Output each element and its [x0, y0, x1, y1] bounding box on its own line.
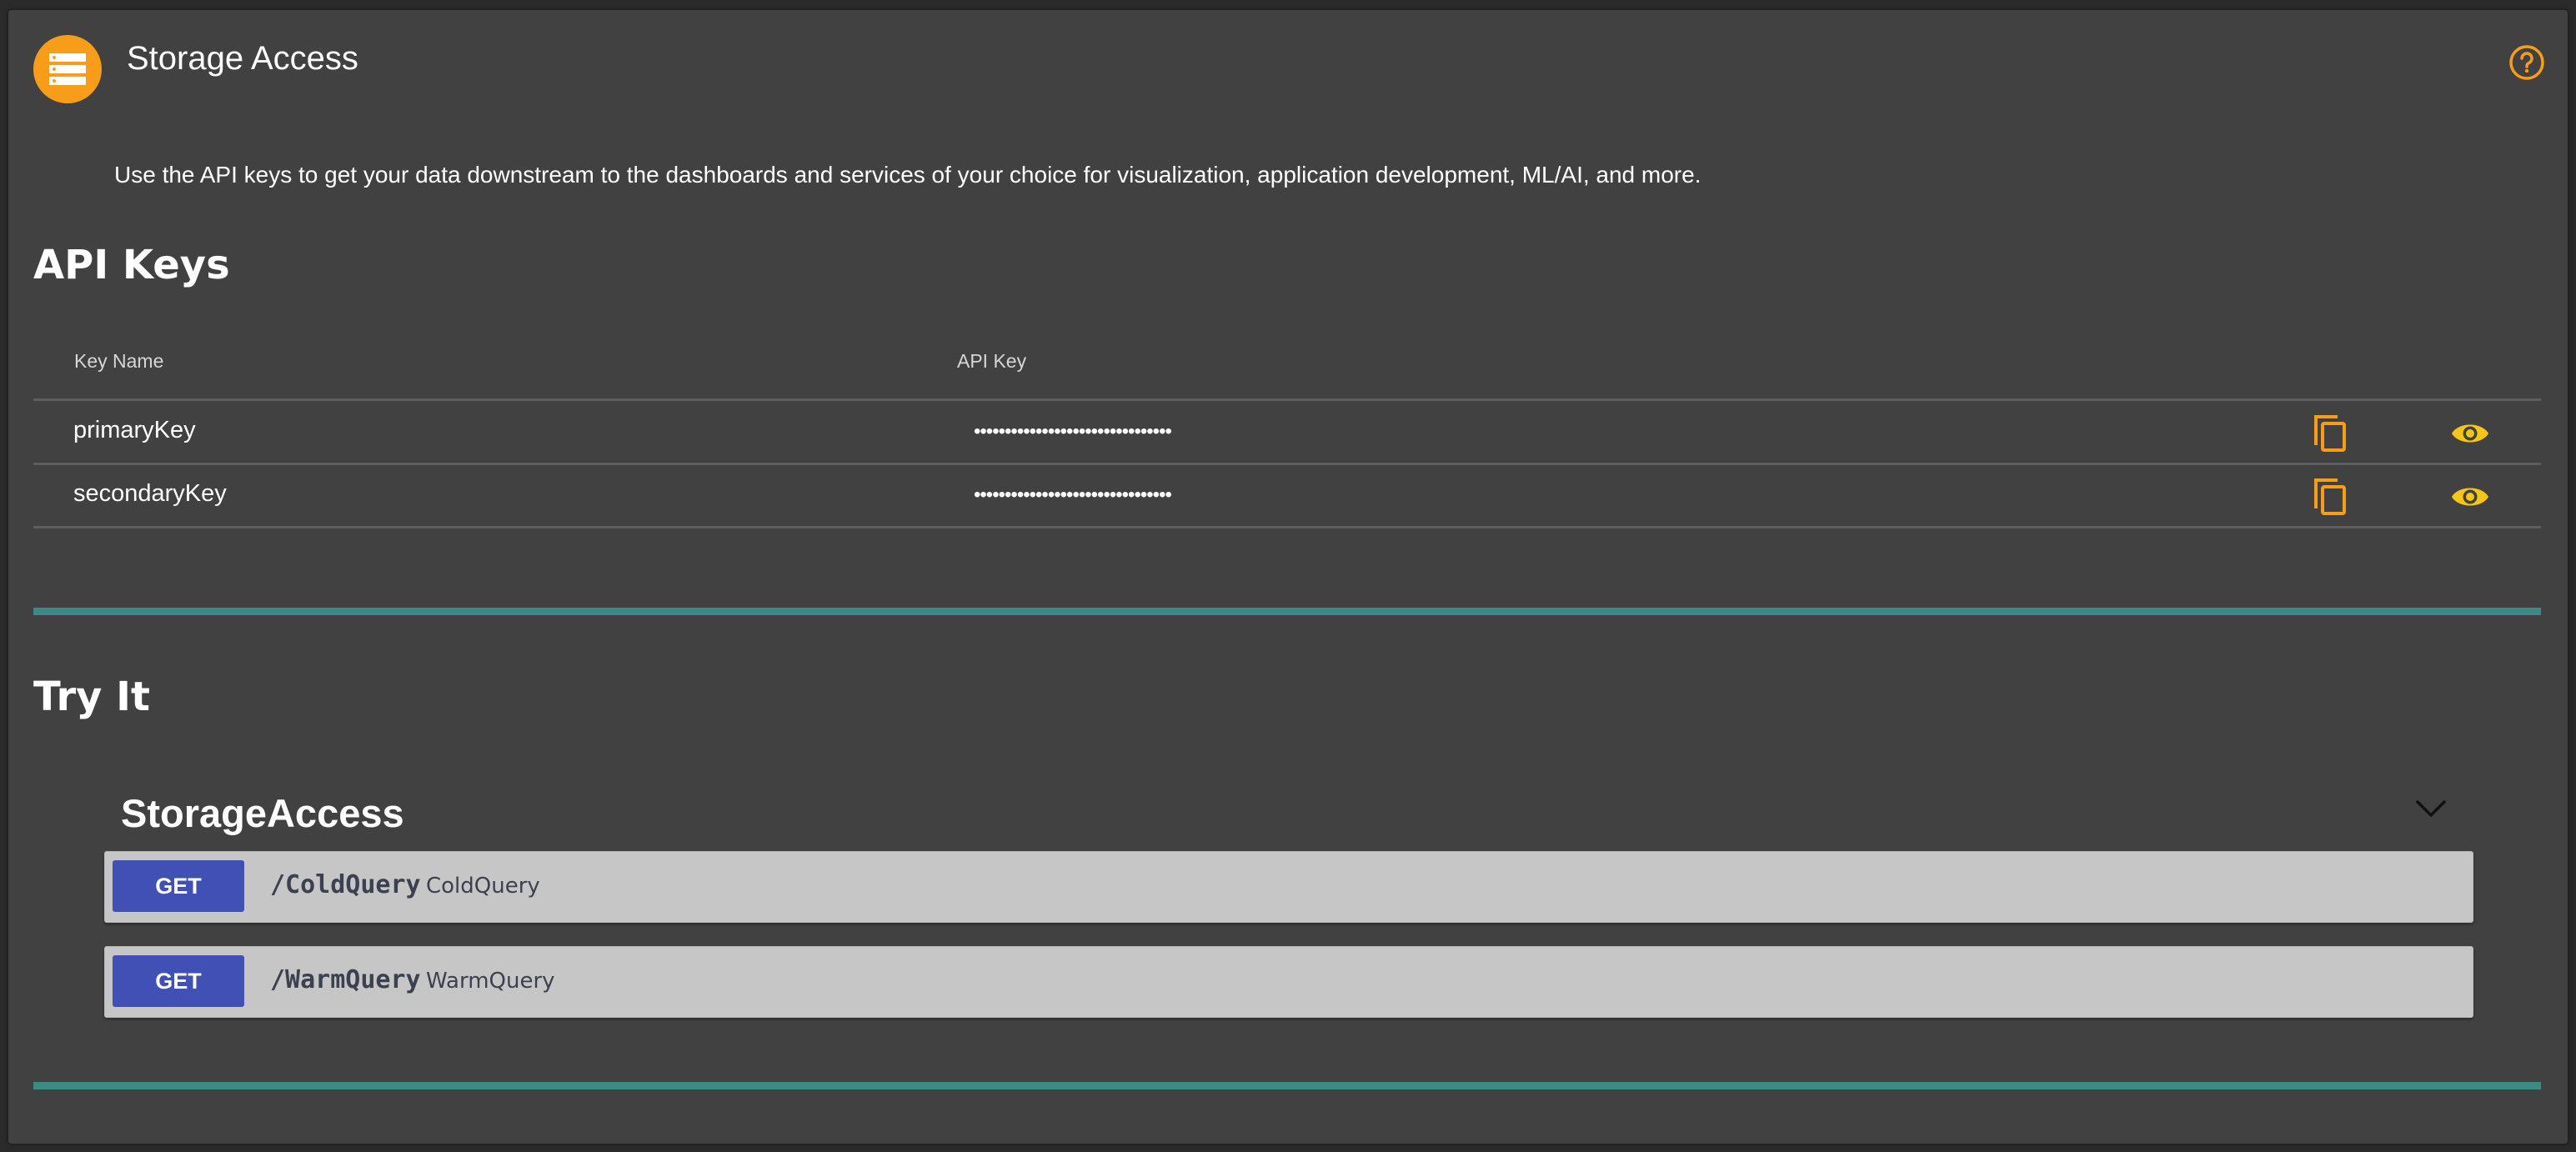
api-keys-title: API Keys	[33, 242, 230, 288]
operation-path: /WarmQuery	[270, 965, 421, 994]
method-badge-get: GET	[113, 860, 244, 912]
eye-icon[interactable]	[2447, 473, 2493, 520]
table-row-divider	[33, 526, 2541, 528]
table-divider	[33, 398, 2541, 401]
operation-path: /ColdQuery	[270, 870, 421, 899]
copy-icon[interactable]	[2308, 473, 2354, 520]
copy-icon[interactable]	[2308, 410, 2354, 457]
operation-summary: ColdQuery	[426, 874, 540, 899]
key-name-primary: primaryKey	[73, 417, 196, 443]
section-divider	[33, 1082, 2541, 1089]
method-badge-get: GET	[113, 955, 244, 1007]
column-header-api-key: API Key	[957, 350, 1027, 372]
help-circle-icon[interactable]	[2508, 43, 2546, 82]
section-divider	[33, 608, 2541, 615]
storage-icon	[33, 35, 102, 103]
page-title: Storage Access	[127, 40, 358, 77]
operation-warmquery[interactable]: GET /WarmQuery WarmQuery	[104, 946, 2473, 1018]
operation-coldquery[interactable]: GET /ColdQuery ColdQuery	[104, 851, 2473, 923]
table-row-divider	[33, 463, 2541, 465]
eye-icon[interactable]	[2447, 410, 2493, 457]
storage-access-panel: Storage Access Use the API keys to get y…	[8, 10, 2568, 1144]
key-name-secondary: secondaryKey	[73, 480, 227, 507]
intro-text: Use the API keys to get your data downst…	[114, 162, 1701, 188]
operation-summary: WarmQuery	[426, 969, 555, 994]
api-group-title[interactable]: StorageAccess	[121, 790, 404, 836]
try-it-title: Try It	[33, 674, 150, 720]
column-header-key-name: Key Name	[74, 350, 164, 372]
chevron-down-icon[interactable]	[2413, 792, 2449, 825]
